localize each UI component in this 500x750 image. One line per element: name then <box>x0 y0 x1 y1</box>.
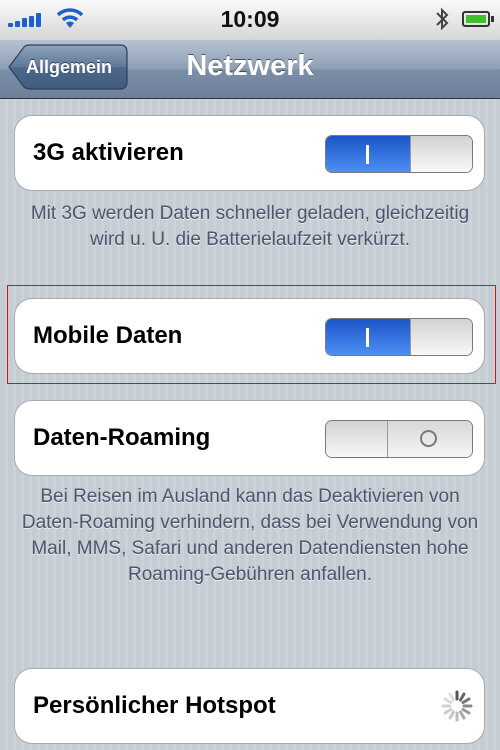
bluetooth-icon <box>436 7 449 31</box>
cell-3g: 3G aktivieren <box>14 115 485 191</box>
cell-mobile-data: Mobile Daten <box>14 298 485 374</box>
navigation-bar: Allgemein Netzwerk <box>0 40 500 99</box>
loading-spinner-icon <box>441 690 473 722</box>
battery-icon <box>462 11 494 27</box>
footnote-roaming: Bei Reisen im Ausland kann das Deaktivie… <box>21 486 479 585</box>
toggle-3g[interactable] <box>325 135 473 173</box>
cell-data-roaming-label: Daten-Roaming <box>33 424 211 451</box>
status-time: 10:09 <box>220 6 280 32</box>
toggle-knob <box>410 136 472 172</box>
status-bar: 10:09 <box>0 0 500 41</box>
cell-personal-hotspot[interactable]: Persönlicher Hotspot <box>14 668 485 744</box>
cell-mobile-data-label: Mobile Daten <box>33 322 183 349</box>
cell-3g-label: 3G aktivieren <box>33 139 184 166</box>
toggle-mobile-data[interactable] <box>325 318 473 356</box>
toggle-knob <box>410 319 472 355</box>
page-title: Netzwerk <box>186 50 314 82</box>
cell-data-roaming: Daten-Roaming <box>14 400 485 476</box>
footnote-3g: Mit 3G werden Daten schneller geladen, g… <box>30 203 470 250</box>
battery-fill <box>466 15 486 23</box>
cell-personal-hotspot-label: Persönlicher Hotspot <box>33 692 276 719</box>
toggle-knob <box>326 421 388 457</box>
off-ring-icon <box>420 430 437 447</box>
toggle-data-roaming[interactable] <box>325 420 473 458</box>
